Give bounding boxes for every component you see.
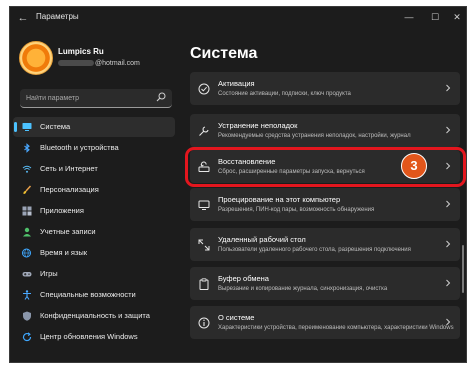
sidebar-item-label: Учетные записи — [40, 227, 96, 236]
sidebar-item-gaming[interactable]: Игры — [13, 264, 175, 284]
chevron-right-icon — [446, 318, 451, 326]
chevron-right-icon — [446, 200, 451, 208]
chevron-right-icon — [446, 84, 451, 92]
sidebar-item-privacy[interactable]: Конфиденциальность и защита — [13, 306, 175, 326]
sidebar-item-system[interactable]: Система — [13, 117, 175, 137]
brush-icon — [23, 185, 32, 194]
close-button[interactable]: ✕ — [450, 10, 464, 24]
settings-card-about[interactable]: О системе Характеристики устройства, пер… — [190, 306, 460, 339]
remote-desktop-icon — [198, 239, 210, 251]
window-title: Параметры — [36, 12, 79, 21]
sidebar-item-label: Приложения — [40, 206, 84, 215]
sidebar-item-network[interactable]: Сеть и Интернет — [13, 159, 175, 179]
sidebar-item-bluetooth[interactable]: Bluetooth и устройства — [13, 138, 175, 158]
page-title: Система — [190, 45, 258, 62]
clipboard-icon — [199, 278, 209, 290]
settings-window: ← Параметры — ☐ ✕ Lumpics Ru @hotmail.co… — [9, 6, 467, 363]
sidebar-item-label: Игры — [40, 269, 58, 278]
minimize-button[interactable]: — — [402, 10, 416, 24]
sidebar-item-label: Система — [40, 122, 71, 131]
user-email: @hotmail.com — [58, 60, 140, 67]
wifi-icon — [22, 165, 32, 173]
avatar[interactable] — [19, 41, 53, 75]
card-subtitle: Пользователи удаленного рабочего стола, … — [218, 247, 411, 253]
settings-card-clipboard[interactable]: Буфер обмена Вырезание и копирование жур… — [190, 267, 460, 300]
scrollbar[interactable] — [462, 245, 464, 293]
projection-icon — [198, 200, 210, 210]
sidebar: Система Bluetooth и устройства Сеть и Ин… — [13, 117, 175, 348]
sidebar-item-label: Сеть и Интернет — [40, 164, 98, 173]
globe-clock-icon — [22, 248, 31, 258]
sidebar-item-label: Время и язык — [40, 248, 88, 257]
title-bar: ← Параметры — ☐ ✕ — [10, 7, 466, 29]
search-icon[interactable] — [156, 92, 166, 102]
apps-icon — [22, 206, 32, 216]
email-redaction — [58, 60, 94, 67]
sidebar-item-label: Центр обновления Windows — [40, 332, 138, 341]
card-title: Удаленный рабочий стол — [218, 235, 306, 244]
gamepad-icon — [22, 272, 32, 277]
card-subtitle: Рекомендуемые средства устранения непола… — [218, 133, 411, 139]
card-title: Буфер обмена — [218, 274, 269, 283]
chevron-right-icon — [446, 240, 451, 248]
update-icon — [22, 332, 32, 342]
sidebar-item-label: Специальные возможности — [40, 290, 136, 299]
sidebar-item-label: Персонализация — [40, 185, 99, 194]
back-button[interactable]: ← — [16, 11, 30, 25]
sidebar-item-time-language[interactable]: Время и язык — [13, 243, 175, 263]
card-subtitle: Разрешения, ПИН-код пары, возможность об… — [218, 207, 375, 213]
card-subtitle: Вырезание и копирование журнала, синхрон… — [218, 286, 388, 292]
chevron-right-icon — [446, 279, 451, 287]
bluetooth-icon — [24, 143, 30, 153]
shield-icon — [23, 311, 31, 321]
chevron-right-icon — [446, 126, 451, 134]
sidebar-item-personalization[interactable]: Персонализация — [13, 180, 175, 200]
accessibility-icon — [23, 290, 31, 300]
card-subtitle: Состояние активации, подписки, ключ прод… — [218, 91, 351, 97]
sidebar-item-accounts[interactable]: Учетные записи — [13, 222, 175, 242]
settings-card-remote-desktop[interactable]: Удаленный рабочий стол Пользователи удал… — [190, 228, 460, 261]
info-icon — [198, 317, 210, 329]
settings-card-troubleshoot[interactable]: Устранение неполадок Рекомендуемые средс… — [190, 114, 460, 147]
step-badge: 3 — [401, 153, 427, 179]
settings-card-activation[interactable]: Активация Состояние активации, подписки,… — [190, 72, 460, 105]
user-name: Lumpics Ru — [58, 47, 104, 56]
sidebar-item-accessibility[interactable]: Специальные возможности — [13, 285, 175, 305]
card-title: О системе — [218, 313, 255, 322]
sidebar-item-windows-update[interactable]: Центр обновления Windows — [13, 327, 175, 347]
settings-card-projection[interactable]: Проецирование на этот компьютер Разрешен… — [190, 188, 460, 221]
card-subtitle: Характеристики устройства, переименовани… — [218, 325, 454, 331]
monitor-icon — [22, 123, 32, 131]
wrench-icon — [199, 126, 209, 136]
search-input[interactable] — [26, 92, 154, 104]
search-box[interactable] — [20, 89, 172, 108]
sidebar-item-label: Конфиденциальность и защита — [40, 311, 150, 320]
activation-icon — [198, 83, 210, 95]
user-email-domain: @hotmail.com — [95, 60, 140, 67]
sidebar-item-apps[interactable]: Приложения — [13, 201, 175, 221]
card-title: Устранение неполадок — [218, 121, 298, 130]
maximize-button[interactable]: ☐ — [428, 10, 442, 24]
sidebar-item-label: Bluetooth и устройства — [40, 143, 119, 152]
person-icon — [23, 227, 31, 237]
card-title: Проецирование на этот компьютер — [218, 195, 341, 204]
card-title: Активация — [218, 79, 255, 88]
